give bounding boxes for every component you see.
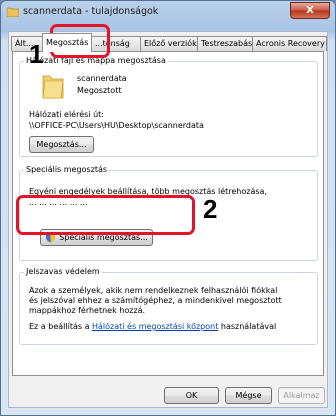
password-change-prefix: Ez a beállítás a bbox=[29, 322, 93, 331]
ok-button[interactable]: OK bbox=[164, 387, 219, 404]
share-button[interactable]: Megosztás... bbox=[29, 136, 94, 153]
window-title: scannerdata - tulajdonságok bbox=[23, 6, 159, 17]
network-sharing-group: Hálózati fájl és mappa megosztása scanne… bbox=[19, 56, 318, 157]
password-protection-group: Jelszavas védelem Azok a személyek, akik… bbox=[19, 267, 318, 345]
shared-folder-icon bbox=[42, 75, 64, 99]
title-bar[interactable]: scannerdata - tulajdonságok X bbox=[1, 1, 335, 23]
password-info-line3: mappákhoz férhetnek hozzá. bbox=[29, 306, 146, 315]
password-info-line1: Azok a személyek, akik nem rendelkeznek … bbox=[29, 286, 278, 295]
network-path-label: Hálózati elérési út: bbox=[29, 110, 104, 119]
advanced-sharing-title: Speciális megosztás bbox=[24, 165, 110, 174]
apply-button[interactable]: Alkalmaz bbox=[278, 387, 325, 404]
folder-icon bbox=[7, 7, 19, 17]
folder-name: scannerdata bbox=[77, 74, 127, 83]
close-button[interactable]: X bbox=[290, 2, 330, 19]
password-change-suffix: használatával bbox=[218, 322, 277, 331]
password-change-text: Ez a beállítás a Hálózati és megosztási … bbox=[29, 322, 276, 331]
folder-status: Megosztott bbox=[77, 86, 122, 95]
step-2-label: 2 bbox=[203, 194, 218, 224]
cancel-button[interactable]: Mégse bbox=[225, 387, 272, 404]
network-path-value: \\OFFICE-PC\Users\HU\Desktop\scannerdata bbox=[29, 121, 204, 130]
tab-acronis-recovery[interactable]: Acronis Recovery bbox=[252, 36, 327, 51]
highlight-advanced-sharing-button bbox=[16, 195, 195, 235]
tab-sharing[interactable]: Megosztás bbox=[42, 33, 92, 52]
password-protection-title: Jelszavas védelem bbox=[24, 267, 102, 276]
network-sharing-center-link[interactable]: Hálózati és megosztási központ bbox=[92, 322, 218, 331]
password-info-line2: és jelszóval ehhez a számítógéphez, a mi… bbox=[29, 296, 282, 305]
tab-customize[interactable]: Testreszabás bbox=[197, 36, 253, 51]
tab-previous-versions[interactable]: Előző verziók bbox=[140, 36, 198, 51]
tab-strip: Ált... Megosztás ...tonság Előző verziók… bbox=[11, 33, 329, 52]
